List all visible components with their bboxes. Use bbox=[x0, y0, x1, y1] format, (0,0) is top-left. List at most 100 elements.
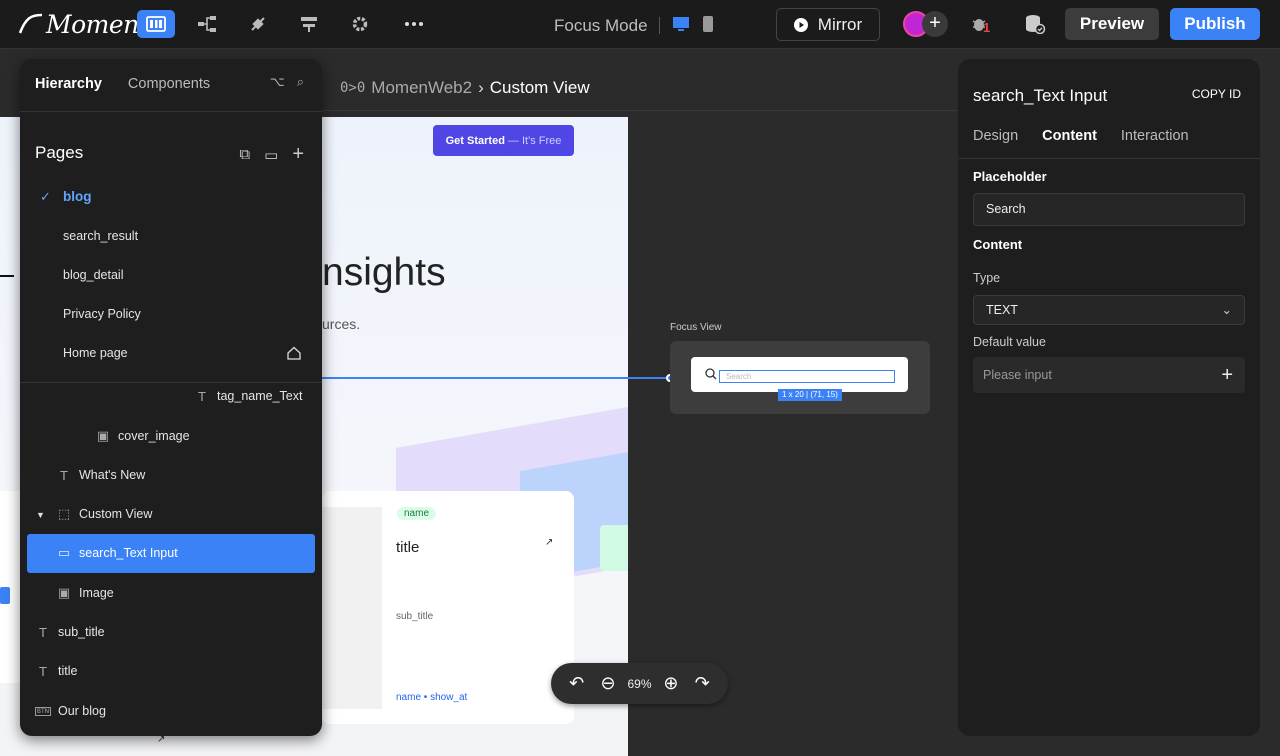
tree-item-search-text-input[interactable]: ▭ search_Text Input bbox=[57, 545, 178, 560]
tab-components[interactable]: Components bbox=[128, 76, 210, 92]
panel-layout-icon bbox=[146, 16, 166, 32]
tree-item-custom-view[interactable]: ⬚ Custom View bbox=[57, 506, 153, 521]
copy-page-icon[interactable]: ⧉ bbox=[239, 146, 250, 163]
tree-label: Image bbox=[79, 586, 114, 600]
tab-hierarchy[interactable]: Hierarchy bbox=[35, 76, 102, 92]
tree-label: search_Text Input bbox=[79, 546, 178, 560]
page-item-home-page[interactable]: Home page bbox=[63, 346, 128, 360]
focus-view[interactable]: Search 1 x 20 | (71, 15) bbox=[670, 341, 930, 414]
tree-item-whats-new[interactable]: T What's New bbox=[57, 467, 145, 483]
card-meta: name • show_at bbox=[396, 692, 468, 703]
layout-view-button[interactable] bbox=[137, 10, 175, 38]
card-badge: name bbox=[397, 507, 437, 520]
content-section-title: Content bbox=[973, 237, 1023, 252]
database-check-icon bbox=[1026, 15, 1046, 34]
add-page-icon[interactable]: + bbox=[292, 143, 304, 166]
get-started-button[interactable]: Get Started — It's Free bbox=[433, 125, 574, 156]
tree-item-sub-title[interactable]: Tsub_title bbox=[36, 625, 105, 640]
text-icon: T bbox=[198, 388, 206, 404]
page-item-privacy-policy[interactable]: Privacy Policy bbox=[63, 307, 141, 321]
pages-title: Pages bbox=[35, 143, 84, 162]
default-value-placeholder: Please input bbox=[983, 368, 1052, 382]
top-toolbar: Momen Focus Mode Mirror + 1 Preview Publ… bbox=[0, 0, 1280, 49]
breadcrumb: 0>0 MomenWeb2 › Custom View bbox=[340, 78, 590, 98]
focus-search-input[interactable]: Search bbox=[719, 370, 895, 383]
github-icon[interactable]: ⌥ bbox=[270, 74, 285, 90]
zoom-level: 69% bbox=[627, 676, 652, 691]
tree-item-tag-name-text[interactable]: Ttag_name_Text bbox=[195, 388, 302, 404]
preview-button[interactable]: Preview bbox=[1065, 8, 1159, 40]
actionflow-button[interactable] bbox=[290, 10, 328, 38]
canvas-edge-mark bbox=[0, 275, 14, 277]
arrow-up-right-icon[interactable]: ↗ bbox=[545, 537, 553, 548]
tree-item-title[interactable]: Ttitle bbox=[36, 664, 78, 679]
focus-connector-line bbox=[322, 377, 669, 379]
focus-view-label: Focus View bbox=[670, 322, 722, 333]
flow-icon bbox=[301, 17, 317, 32]
text-icon: T bbox=[60, 467, 68, 483]
caret-down-icon[interactable]: ▼ bbox=[36, 510, 45, 520]
tree-item-our-blog[interactable]: BTN Our blog bbox=[34, 704, 106, 718]
undo-icon[interactable]: ↶ bbox=[565, 673, 589, 694]
default-value-input[interactable]: Please input + bbox=[973, 357, 1245, 393]
placeholder-section-title: Placeholder bbox=[973, 169, 1047, 184]
tab-design[interactable]: Design bbox=[973, 128, 1018, 144]
card-subtitle: sub_title bbox=[396, 611, 434, 622]
tree-item-cover-image[interactable]: ▣ cover_image bbox=[96, 428, 190, 443]
bug-count-badge: 1 bbox=[983, 20, 991, 35]
publish-button[interactable]: Publish bbox=[1170, 8, 1260, 40]
data-model-button[interactable] bbox=[188, 10, 226, 38]
decorative-shape bbox=[600, 525, 628, 571]
tree-label: title bbox=[58, 664, 78, 678]
hero-title: nsights bbox=[322, 251, 446, 294]
tree-label: sub_title bbox=[58, 625, 105, 639]
breadcrumb-app[interactable]: MomenWeb2 bbox=[371, 78, 472, 98]
blog-card[interactable]: name title ↗ sub_title name • show_at bbox=[322, 491, 574, 724]
chevron-right-icon: › bbox=[478, 78, 484, 97]
tab-content[interactable]: Content bbox=[1042, 128, 1097, 144]
tree-item-image[interactable]: ▣ Image bbox=[57, 585, 114, 600]
database-button[interactable] bbox=[1018, 10, 1052, 38]
focus-mode-label[interactable]: Focus Mode bbox=[554, 16, 648, 36]
default-value-label: Default value bbox=[973, 335, 1046, 349]
tree-label: Our blog bbox=[58, 704, 106, 718]
tab-interaction[interactable]: Interaction bbox=[1121, 128, 1189, 144]
copy-id-button[interactable]: COPY ID bbox=[1192, 87, 1241, 101]
gear-icon bbox=[352, 16, 368, 32]
momen-logo[interactable]: Momen bbox=[18, 10, 139, 39]
divider bbox=[20, 111, 322, 112]
debug-button[interactable] bbox=[965, 10, 995, 38]
placeholder-field[interactable]: Search bbox=[973, 193, 1245, 226]
type-select[interactable]: TEXT ⌄ bbox=[973, 295, 1245, 325]
hierarchy-icon bbox=[198, 16, 216, 32]
mirror-button[interactable]: Mirror bbox=[776, 8, 880, 41]
chevron-down-icon: ⌄ bbox=[1221, 303, 1232, 317]
mobile-view-button[interactable] bbox=[697, 10, 719, 38]
tree-label: Custom View bbox=[79, 507, 153, 521]
zoom-out-icon[interactable]: ⊖ bbox=[596, 673, 620, 694]
check-icon: ✓ bbox=[40, 189, 51, 204]
desktop-view-button[interactable] bbox=[668, 10, 694, 38]
image-icon bbox=[0, 587, 10, 604]
plug-icon bbox=[251, 17, 265, 31]
add-folder-icon[interactable]: ▭ bbox=[264, 146, 278, 164]
search-icon[interactable]: ⌕ bbox=[297, 74, 304, 90]
page-item-search-result[interactable]: search_result bbox=[63, 229, 138, 243]
page-item-blog-detail[interactable]: blog_detail bbox=[63, 268, 123, 282]
logo-mark-icon bbox=[18, 13, 43, 34]
breadcrumb-page[interactable]: Custom View bbox=[490, 78, 590, 98]
type-label: Type bbox=[973, 271, 1001, 285]
image-icon: ▣ bbox=[57, 585, 71, 600]
hierarchy-panel: Hierarchy Components ⌥ ⌕ Pages ⧉ ▭ + ✓ b… bbox=[20, 59, 322, 736]
zoom-in-icon[interactable]: ⊕ bbox=[659, 673, 683, 694]
redo-icon[interactable]: ↷ bbox=[690, 673, 714, 694]
play-icon bbox=[793, 17, 808, 32]
card-title: title bbox=[396, 539, 420, 556]
add-icon[interactable]: + bbox=[1221, 357, 1233, 393]
settings-button[interactable] bbox=[341, 10, 379, 38]
page-item-blog[interactable]: blog bbox=[63, 189, 92, 204]
dimension-label: 1 x 20 | (71, 15) bbox=[778, 389, 842, 401]
add-collaborator-button[interactable]: + bbox=[922, 11, 948, 37]
api-button[interactable] bbox=[239, 10, 277, 38]
more-button[interactable] bbox=[395, 10, 433, 38]
